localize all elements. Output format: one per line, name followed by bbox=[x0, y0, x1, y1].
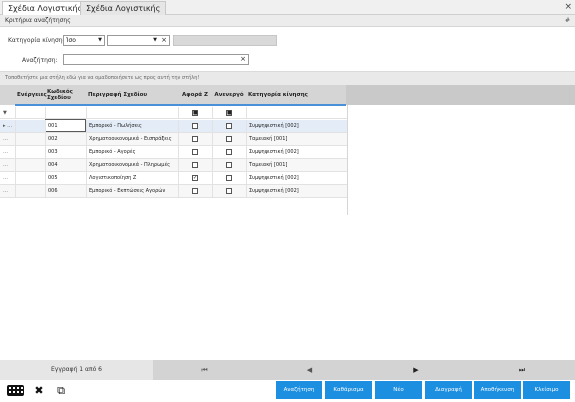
col-code[interactable]: Κωδικός Σχεδίου bbox=[45, 85, 86, 105]
save-button[interactable]: Αποθήκευση bbox=[474, 381, 521, 399]
clear-button[interactable]: Καθάρισμα bbox=[325, 381, 372, 399]
col-category[interactable]: Κατηγορία κίνησης bbox=[246, 85, 346, 105]
tools-icon[interactable]: ✖ bbox=[30, 382, 48, 399]
col-affects-z[interactable]: Αφορά Ζ bbox=[178, 85, 212, 105]
tab-accounting-plans-2[interactable]: Σχέδια Λογιστικής bbox=[80, 1, 167, 15]
cell-category[interactable]: Ταμειακή [001] bbox=[247, 133, 346, 145]
filter-affects-z-checkbox[interactable]: ■ bbox=[192, 110, 198, 116]
cell-description[interactable]: Εμπορικό - Αγορές bbox=[87, 146, 177, 158]
first-page-button[interactable]: ⏮ bbox=[153, 360, 256, 380]
cell-description[interactable]: Χρηματοοικονομικά - Πληρωμές bbox=[87, 159, 177, 171]
row-actions-icon[interactable]: … bbox=[3, 146, 8, 158]
affects-z-checkbox[interactable] bbox=[192, 149, 198, 155]
new-button[interactable]: Νέο bbox=[375, 381, 422, 399]
grid-header: Ενέργειες Κωδικός Σχεδίου Περιγραφή Σχεδ… bbox=[0, 85, 575, 105]
cell-description[interactable]: Εμπορικό - Πωλήσεις bbox=[87, 120, 177, 132]
row-actions-icon[interactable]: … bbox=[3, 159, 8, 171]
row-actions-icon[interactable]: ▸ … bbox=[3, 120, 12, 132]
row-actions-icon[interactable]: … bbox=[3, 185, 8, 197]
next-page-button[interactable]: ▶ bbox=[363, 360, 469, 380]
tab-bar: Σχέδια Λογιστικής Σχέδια Λογιστικής × bbox=[0, 0, 575, 16]
grid-right-border bbox=[347, 105, 348, 215]
pager: Εγγραφή 1 από 6 ⏮ ◀ ▶ ⏭ bbox=[0, 360, 575, 380]
tab-accounting-plans-1[interactable]: Σχέδια Λογιστικής bbox=[2, 1, 89, 16]
cell-description[interactable]: Λογιστικοποίηση Ζ bbox=[87, 172, 177, 184]
category-description-field bbox=[173, 35, 277, 46]
affects-z-checkbox[interactable]: ✓ bbox=[192, 175, 198, 181]
cell-category[interactable]: Συμψηφιστική [002] bbox=[247, 120, 346, 132]
cell-code[interactable]: 004 bbox=[46, 159, 86, 171]
criteria-title: Κριτήρια αναζήτησης bbox=[5, 17, 71, 24]
chevron-down-icon: ▼ bbox=[98, 37, 102, 43]
search-input[interactable]: × bbox=[63, 54, 249, 65]
cell-description[interactable]: Εμπορικό - Εκπτώσεις Αγορών bbox=[87, 185, 177, 197]
col-description[interactable]: Περιγραφή Σχεδίου bbox=[86, 85, 178, 105]
affects-z-checkbox[interactable] bbox=[192, 123, 198, 129]
clear-search-icon[interactable]: × bbox=[240, 55, 246, 64]
criteria-panel: Κατηγορία κίνησης: Ίσο ▼ ▼ × Αναζήτηση: … bbox=[0, 27, 575, 69]
category-select[interactable]: ▼ × bbox=[107, 35, 170, 46]
delete-button[interactable]: Διαγραφή bbox=[425, 381, 472, 399]
col-actions[interactable]: Ενέργειες bbox=[15, 85, 47, 105]
inactive-checkbox[interactable] bbox=[226, 149, 232, 155]
record-count: Εγγραφή 1 από 6 bbox=[0, 360, 153, 380]
table-row[interactable]: ▸ … 001 Εμπορικό - Πωλήσεις Συμψηφιστική [0… bbox=[0, 119, 347, 133]
filter-row: ▼ ■ ■ bbox=[0, 107, 347, 119]
app-window: Σχέδια Λογιστικής Σχέδια Λογιστικής × Κρ… bbox=[0, 0, 575, 402]
close-button[interactable]: Κλείσιμο bbox=[523, 381, 570, 399]
col-inactive[interactable]: Ανενεργό bbox=[212, 85, 246, 105]
table-row[interactable]: … 002 Χρηματοοικονομικά - Εισπράξεις Ταμεια… bbox=[0, 133, 347, 146]
cell-code[interactable]: 003 bbox=[46, 146, 86, 158]
cell-category[interactable]: Συμψηφιστική [002] bbox=[247, 146, 346, 158]
close-tab-icon[interactable]: × bbox=[564, 1, 572, 13]
affects-z-checkbox[interactable] bbox=[192, 162, 198, 168]
affects-z-checkbox[interactable] bbox=[192, 136, 198, 142]
search-button[interactable]: Αναζήτηση bbox=[276, 381, 322, 399]
cell-code[interactable]: 006 bbox=[46, 185, 86, 197]
last-page-button[interactable]: ⏭ bbox=[469, 360, 575, 380]
operator-select[interactable]: Ίσο ▼ bbox=[63, 35, 105, 46]
search-label: Αναζήτηση: bbox=[22, 57, 58, 64]
table-row[interactable]: … 005 Λογιστικοποίηση Ζ ✓ Συμψηφιστική [002] bbox=[0, 172, 347, 185]
pin-icon[interactable]: # bbox=[565, 15, 570, 26]
category-label: Κατηγορία κίνησης: bbox=[8, 37, 69, 44]
inactive-checkbox[interactable] bbox=[226, 175, 232, 181]
filter-inactive-checkbox[interactable]: ■ bbox=[226, 110, 232, 116]
criteria-header[interactable]: Κριτήρια αναζήτησης # bbox=[0, 15, 575, 27]
cell-code[interactable]: 001 bbox=[46, 120, 86, 132]
cell-code[interactable]: 005 bbox=[46, 172, 86, 184]
row-actions-icon[interactable]: … bbox=[3, 172, 8, 184]
operator-value: Ίσο bbox=[66, 37, 76, 44]
filter-icon[interactable]: ▼ bbox=[3, 107, 7, 119]
cell-description[interactable]: Χρηματοοικονομικά - Εισπράξεις bbox=[87, 133, 177, 145]
inactive-checkbox[interactable] bbox=[226, 123, 232, 129]
inactive-checkbox[interactable] bbox=[226, 188, 232, 194]
inactive-checkbox[interactable] bbox=[226, 136, 232, 142]
group-by-hint[interactable]: Τοποθετήστε μια στήλη εδώ για να ομαδοπο… bbox=[0, 71, 575, 85]
header-underline bbox=[15, 104, 346, 106]
affects-z-checkbox[interactable] bbox=[192, 188, 198, 194]
inactive-checkbox[interactable] bbox=[226, 162, 232, 168]
bottom-toolbar: ✖ ⧉ Αναζήτηση Καθάρισμα Νέο Διαγραφή Απο… bbox=[0, 380, 575, 402]
prev-page-button[interactable]: ◀ bbox=[256, 360, 363, 380]
keyboard-icon[interactable] bbox=[5, 382, 25, 399]
plans-grid: Ενέργειες Κωδικός Σχεδίου Περιγραφή Σχεδ… bbox=[0, 85, 575, 360]
cell-code[interactable]: 002 bbox=[46, 133, 86, 145]
table-row[interactable]: … 004 Χρηματοοικονομικά - Πληρωμές Ταμειακή… bbox=[0, 159, 347, 172]
cell-category[interactable]: Ταμειακή [001] bbox=[247, 159, 346, 171]
copy-icon[interactable]: ⧉ bbox=[52, 382, 70, 399]
grid-header-filler bbox=[346, 85, 575, 105]
table-row[interactable]: … 003 Εμπορικό - Αγορές Συμψηφιστική [002] bbox=[0, 146, 347, 159]
cell-category[interactable]: Συμψηφιστική [002] bbox=[247, 172, 346, 184]
clear-category-icon[interactable]: × bbox=[161, 36, 167, 45]
chevron-down-icon: ▼ bbox=[153, 37, 157, 43]
table-row[interactable]: … 006 Εμπορικό - Εκπτώσεις Αγορών Συμψηφιστ… bbox=[0, 185, 347, 198]
cell-category[interactable]: Συμψηφιστική [002] bbox=[247, 185, 346, 197]
row-actions-icon[interactable]: … bbox=[3, 133, 8, 145]
